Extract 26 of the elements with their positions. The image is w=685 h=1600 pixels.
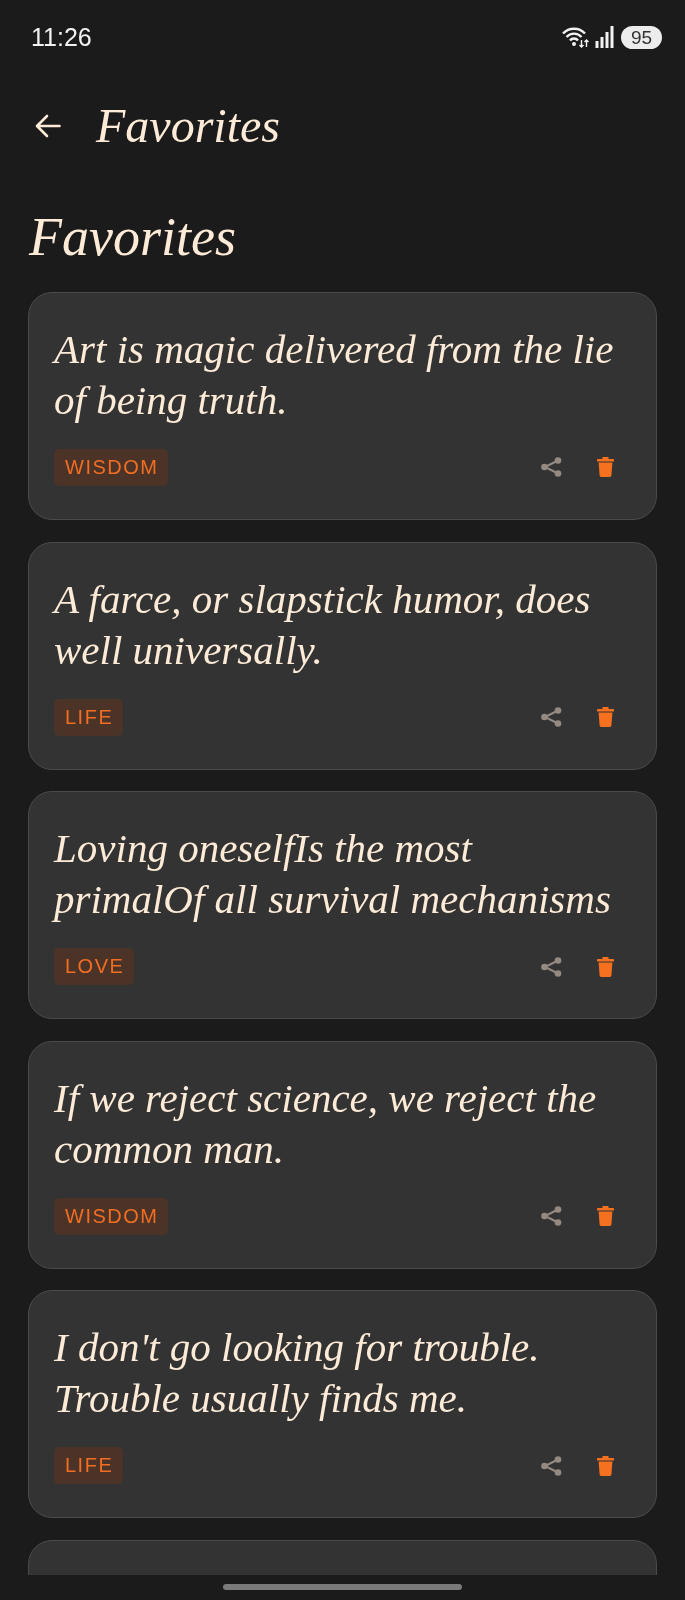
battery-level: 95 [621,25,662,49]
trash-icon[interactable] [597,956,614,977]
share-icon[interactable] [541,956,562,977]
app-bar-title: Favorites [96,98,280,155]
share-icon[interactable] [541,457,562,478]
quote-text: Art is magic delivered from the lie of being truth. [54,325,615,425]
signal-icon [595,26,615,48]
trash-icon[interactable] [597,707,614,728]
category-tag[interactable]: WISDOM [54,449,169,486]
share-icon[interactable] [541,1206,562,1227]
quote-text: If we reject science, we reject the common man. [54,1073,598,1174]
category-tag[interactable]: LOVE [54,948,135,986]
category-tag[interactable]: WISDOM [54,1197,169,1235]
status-time: 11:26 [31,22,92,52]
back-arrow-icon[interactable] [34,113,61,139]
share-icon[interactable] [541,1455,562,1476]
trash-icon[interactable] [597,1206,614,1227]
page-heading: Favorites [29,205,237,269]
trash-icon[interactable] [597,457,614,478]
category-tag[interactable]: LIFE [54,1447,124,1485]
trash-icon[interactable] [597,1455,614,1476]
quote-text: I don't go looking for trouble. Trouble usually finds me. [54,1323,541,1424]
category-tag[interactable]: LIFE [54,698,124,736]
quote-text: A farce, or slapstick humor, does well universally. [54,574,592,675]
wifi-icon [562,26,589,48]
share-icon[interactable] [541,707,562,728]
